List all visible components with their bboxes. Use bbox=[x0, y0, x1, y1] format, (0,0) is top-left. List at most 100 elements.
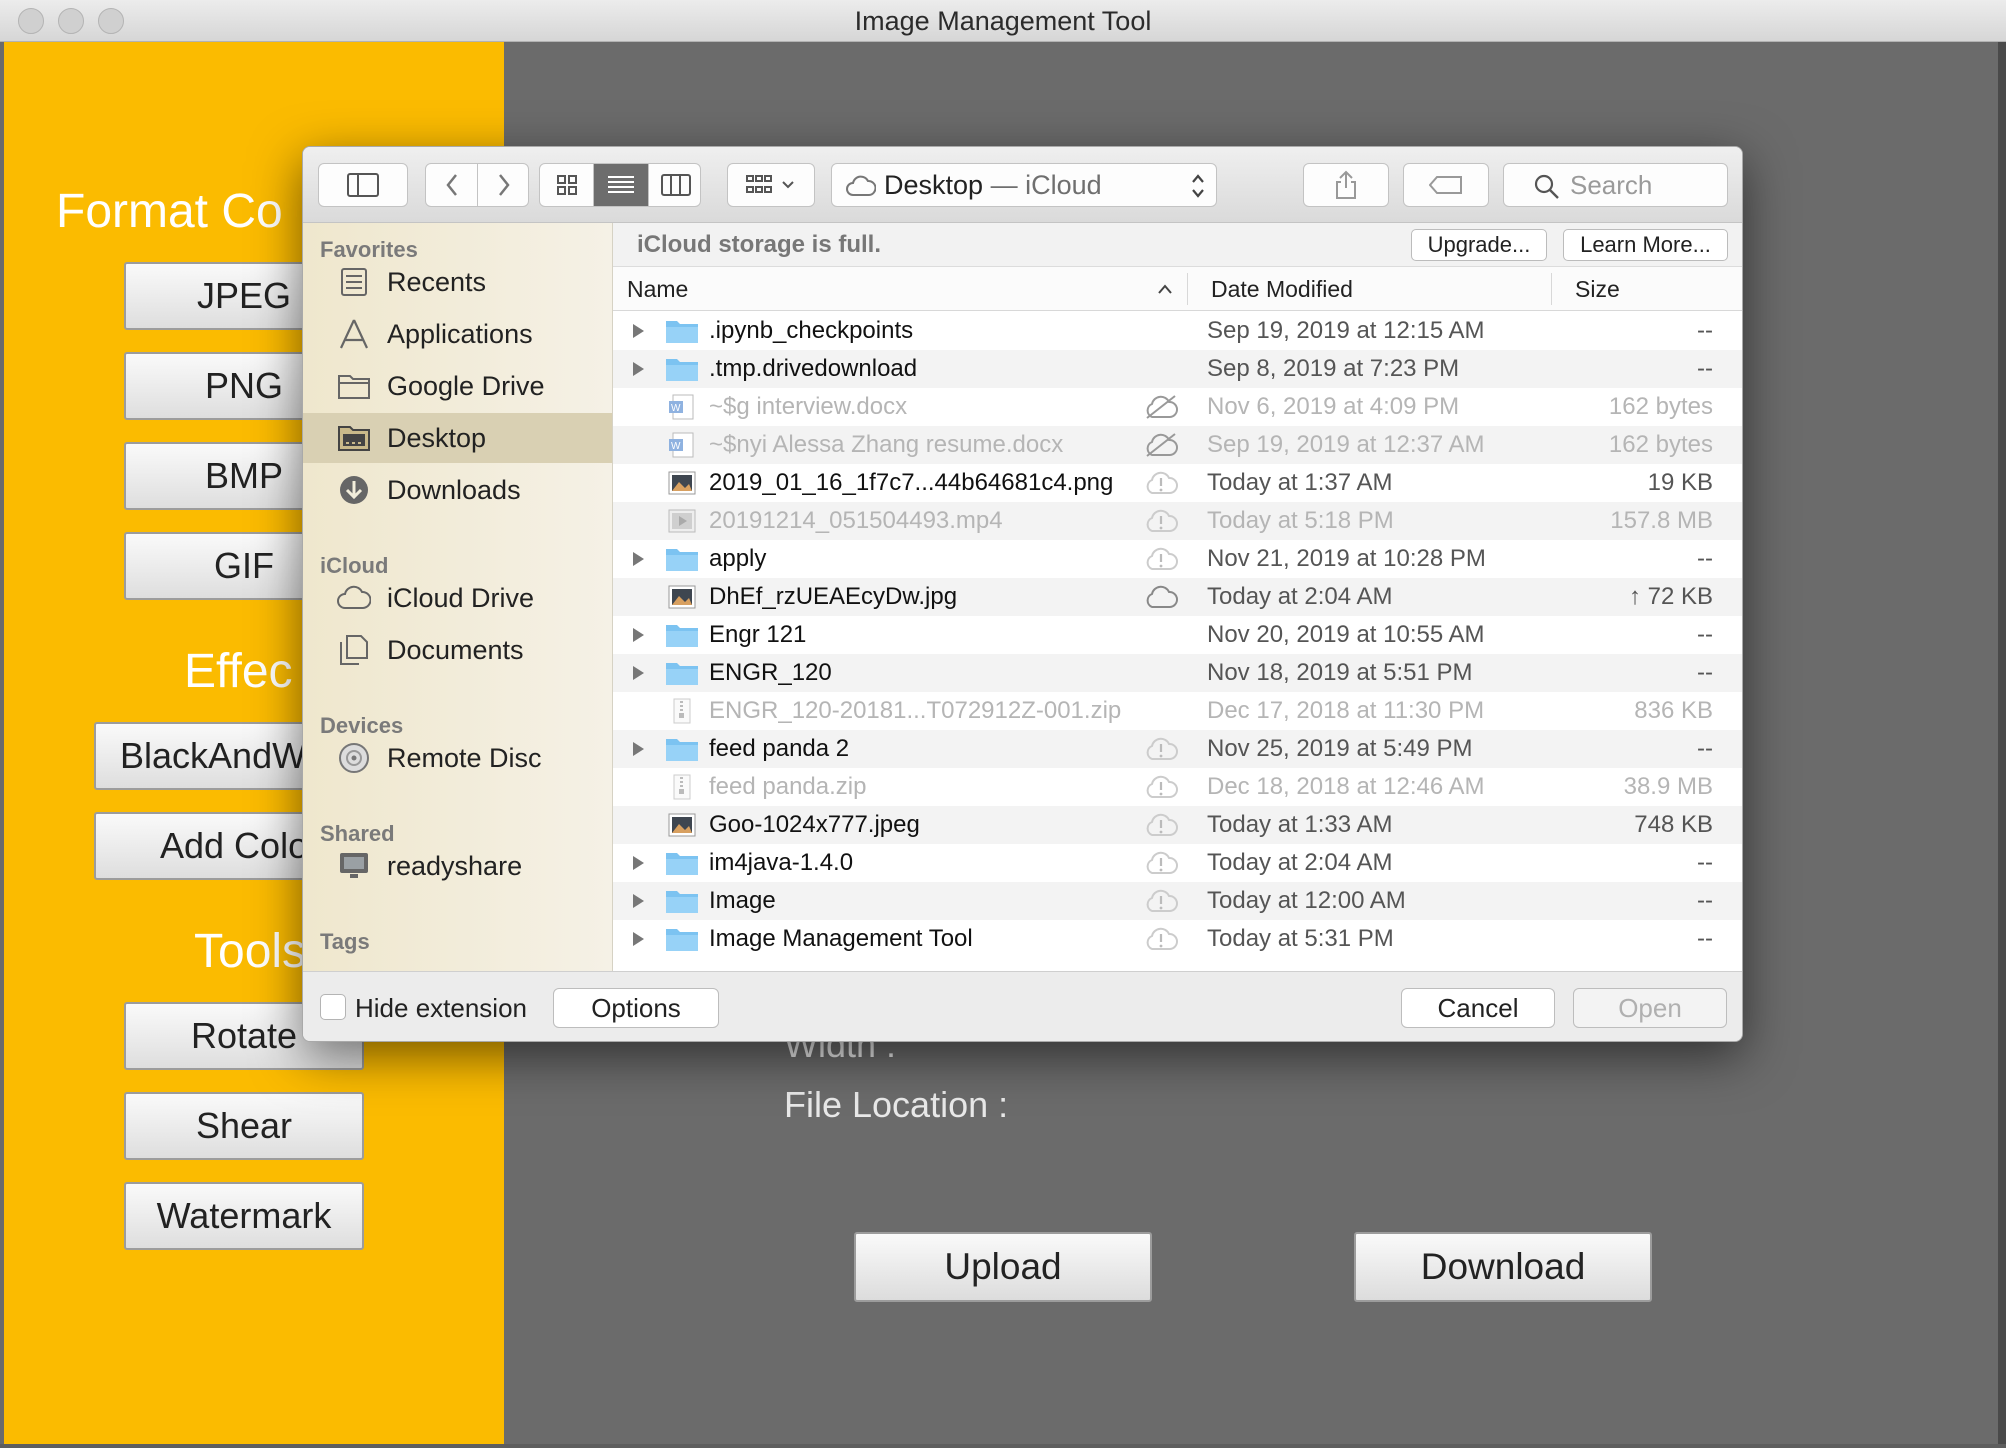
file-row[interactable]: Engr 121 Nov 20, 2019 at 10:55 AM -- bbox=[613, 616, 1742, 654]
file-row[interactable]: ENGR_120 Nov 18, 2019 at 5:51 PM -- bbox=[613, 654, 1742, 692]
hide-extension-label: Hide extension bbox=[355, 993, 527, 1023]
location-separator: — bbox=[983, 170, 1026, 200]
disclosure-triangle-icon[interactable] bbox=[627, 928, 649, 950]
file-date-modified: Today at 5:18 PM bbox=[1207, 507, 1394, 534]
file-row[interactable]: 20191214_051504493.mp4 Today at 5:18 PM 15… bbox=[613, 502, 1742, 540]
sidebar-item-icloud-drive[interactable]: iCloud Drive bbox=[303, 573, 612, 623]
file-size: 836 KB bbox=[1634, 697, 1713, 724]
zip-file-icon bbox=[665, 698, 699, 724]
group-icon bbox=[746, 175, 794, 193]
folder-file-icon bbox=[665, 318, 699, 344]
disclosure-triangle-icon[interactable] bbox=[627, 320, 649, 342]
documents-icon bbox=[340, 635, 368, 665]
upload-button[interactable]: Upload bbox=[854, 1232, 1152, 1302]
back-button[interactable] bbox=[426, 164, 478, 206]
file-name: 2019_01_16_1f7c7...44b64681c4.png bbox=[709, 469, 1114, 496]
window-title: Image Management Tool bbox=[854, 6, 1152, 36]
sidebar-item-label: Applications bbox=[387, 319, 533, 349]
column-divider[interactable] bbox=[1187, 273, 1188, 305]
column-view-button[interactable] bbox=[648, 164, 702, 206]
disclosure-triangle-icon[interactable] bbox=[627, 358, 649, 380]
list-view-button[interactable] bbox=[594, 164, 648, 206]
zip-file-icon bbox=[665, 774, 699, 800]
file-row[interactable]: .tmp.drivedownload Sep 8, 2019 at 7:23 PM… bbox=[613, 350, 1742, 388]
open-button[interactable]: Open bbox=[1573, 988, 1727, 1028]
file-browser: iCloud storage is full. Upgrade... Learn… bbox=[613, 223, 1742, 971]
forward-button[interactable] bbox=[478, 164, 530, 206]
file-size: -- bbox=[1697, 849, 1713, 876]
date-column-header[interactable]: Date Modified bbox=[1211, 267, 1353, 311]
sidebar-item-google-drive[interactable]: Google Drive bbox=[303, 361, 612, 411]
cloud-warning-icon bbox=[1143, 470, 1179, 496]
name-column-header[interactable]: Name bbox=[627, 267, 688, 311]
file-row[interactable]: Image Today at 12:00 AM -- bbox=[613, 882, 1742, 920]
learn-more-button[interactable]: Learn More... bbox=[1563, 229, 1728, 261]
share-button[interactable] bbox=[1303, 163, 1389, 207]
sidebar-item-readyshare[interactable]: readyshare bbox=[303, 841, 612, 891]
icloud-notice-bar: iCloud storage is full. Upgrade... Learn… bbox=[613, 223, 1742, 267]
file-name: im4java-1.4.0 bbox=[709, 849, 854, 876]
cloud-warning-icon bbox=[1143, 546, 1179, 572]
sidebar-item-label: Desktop bbox=[387, 423, 487, 453]
disclosure-triangle-icon[interactable] bbox=[627, 890, 649, 912]
sidebar-item-applications[interactable]: Applications bbox=[303, 309, 612, 359]
disclosure-triangle-icon[interactable] bbox=[627, 852, 649, 874]
column-header: Name Date Modified Size bbox=[613, 267, 1742, 311]
file-row[interactable]: feed panda 2 Nov 25, 2019 at 5:49 PM -- bbox=[613, 730, 1742, 768]
sidebar-item-documents[interactable]: Documents bbox=[303, 625, 612, 675]
image-file-icon bbox=[665, 470, 699, 496]
file-name: Goo-1024x777.jpeg bbox=[709, 811, 920, 838]
tags-button[interactable] bbox=[1403, 163, 1489, 207]
cloud-icon bbox=[1143, 584, 1179, 610]
file-row[interactable]: feed panda.zip Dec 18, 2018 at 12:46 AM 38… bbox=[613, 768, 1742, 806]
file-row[interactable]: Goo-1024x777.jpeg Today at 1:33 AM 748 KB bbox=[613, 806, 1742, 844]
file-size: -- bbox=[1697, 621, 1713, 648]
cloud-warning-icon bbox=[1143, 736, 1179, 762]
download-button[interactable]: Download bbox=[1354, 1232, 1652, 1302]
file-row[interactable]: .ipynb_checkpoints Sep 19, 2019 at 12:15 … bbox=[613, 312, 1742, 350]
options-button[interactable]: Options bbox=[553, 988, 719, 1028]
folder-icon bbox=[338, 375, 370, 399]
file-row[interactable]: W ~$g interview.docx Nov 6, 2019 at 4:09 P… bbox=[613, 388, 1742, 426]
file-row[interactable]: DhEf_rzUEAEcyDw.jpg Today at 2:04 AM ↑ 72 … bbox=[613, 578, 1742, 616]
disclosure-triangle-icon[interactable] bbox=[627, 738, 649, 760]
size-column-header[interactable]: Size bbox=[1575, 267, 1620, 311]
file-name: feed panda 2 bbox=[709, 735, 850, 762]
image-file-icon bbox=[665, 584, 699, 610]
file-name: ENGR_120-20181...T072912Z-001.zip bbox=[709, 697, 1122, 724]
sidebar-item-remote-disc[interactable]: Remote Disc bbox=[303, 733, 612, 783]
sidebar-item-downloads[interactable]: Downloads bbox=[303, 465, 612, 515]
file-row[interactable]: Image Management Tool Today at 5:31 PM -- bbox=[613, 920, 1742, 958]
cloud-off-icon bbox=[1143, 432, 1179, 458]
sidebar-item-desktop[interactable]: Desktop bbox=[303, 413, 612, 463]
file-row[interactable]: 2019_01_16_1f7c7...44b64681c4.png Today a… bbox=[613, 464, 1742, 502]
disclosure-triangle-icon[interactable] bbox=[627, 662, 649, 684]
file-row[interactable]: W ~$nyi Alessa Zhang resume.docx Sep 19, 2… bbox=[613, 426, 1742, 464]
column-divider[interactable] bbox=[1551, 273, 1552, 305]
icon-view-button[interactable] bbox=[540, 164, 594, 206]
file-date-modified: Nov 6, 2019 at 4:09 PM bbox=[1207, 393, 1460, 420]
file-size: -- bbox=[1697, 659, 1713, 686]
watermark-button[interactable]: Watermark bbox=[124, 1182, 364, 1250]
folder-file-icon bbox=[665, 850, 699, 876]
upgrade-button[interactable]: Upgrade... bbox=[1411, 229, 1547, 261]
cancel-button[interactable]: Cancel bbox=[1401, 988, 1555, 1028]
shear-button[interactable]: Shear bbox=[124, 1092, 364, 1160]
folder-file-icon bbox=[665, 736, 699, 762]
file-size: ↑ 72 KB bbox=[1628, 583, 1713, 610]
group-by-button[interactable] bbox=[727, 163, 815, 207]
disclosure-triangle-icon[interactable] bbox=[627, 548, 649, 570]
file-size: -- bbox=[1697, 355, 1713, 382]
grid-icon bbox=[556, 175, 577, 195]
chevron-right-icon bbox=[499, 174, 510, 196]
file-name: 20191214_051504493.mp4 bbox=[709, 507, 1003, 534]
sidebar-toggle-button[interactable] bbox=[318, 163, 408, 207]
location-dropdown[interactable]: Desktop — iCloud bbox=[831, 163, 1217, 207]
search-input[interactable]: Search bbox=[1503, 163, 1728, 207]
file-row[interactable]: ENGR_120-20181...T072912Z-001.zip Dec 17,… bbox=[613, 692, 1742, 730]
file-row[interactable]: apply Nov 21, 2019 at 10:28 PM -- bbox=[613, 540, 1742, 578]
sidebar-item-recents[interactable]: Recents bbox=[303, 257, 612, 307]
disclosure-triangle-icon[interactable] bbox=[627, 624, 649, 646]
hide-extension-checkbox[interactable] bbox=[320, 994, 346, 1020]
file-row[interactable]: im4java-1.4.0 Today at 2:04 AM -- bbox=[613, 844, 1742, 882]
